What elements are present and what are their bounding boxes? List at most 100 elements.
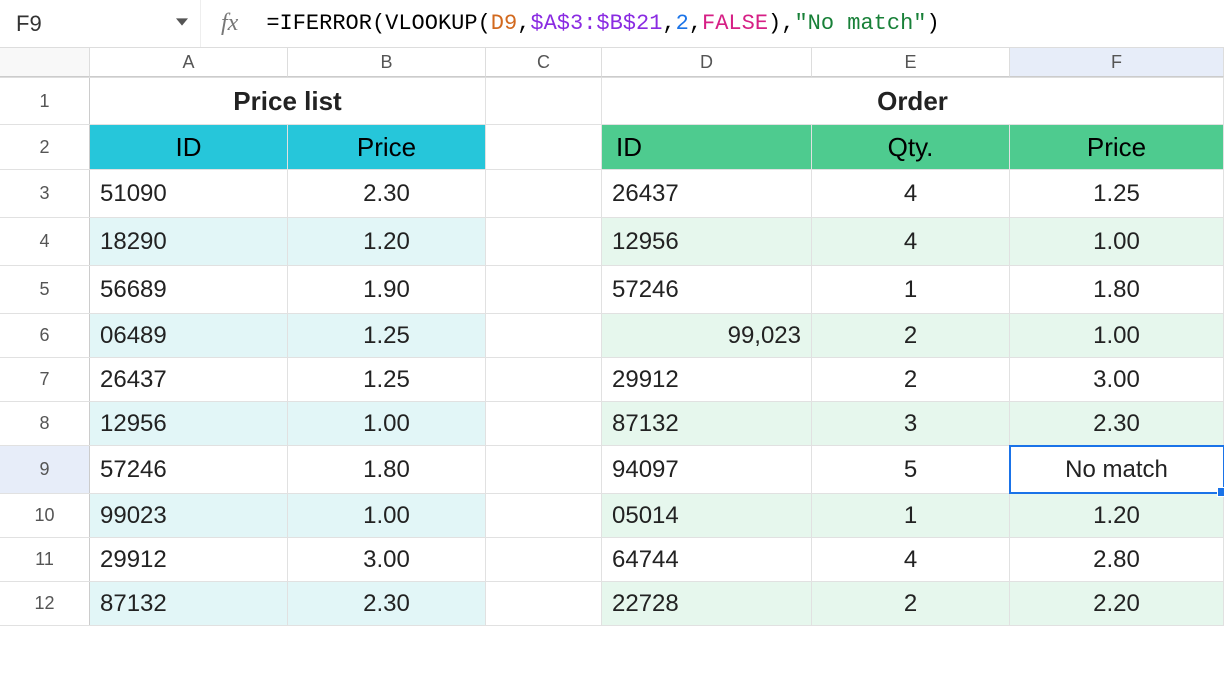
cell-d9[interactable]: 94097 [602, 446, 812, 493]
cell-b7[interactable]: 1.25 [288, 358, 486, 401]
row-header-7[interactable]: 7 [0, 358, 90, 401]
cell-e6[interactable]: 2 [812, 314, 1010, 357]
hdr-id-a[interactable]: ID [90, 125, 288, 169]
hdr-id-d[interactable]: ID [602, 125, 812, 169]
cell-c12[interactable] [486, 582, 602, 625]
fx-icon[interactable]: fx [200, 0, 266, 47]
row-header-12[interactable]: 12 [0, 582, 90, 625]
formula-string: "No match" [794, 11, 926, 36]
row-header-6[interactable]: 6 [0, 314, 90, 357]
cell-e10[interactable]: 1 [812, 494, 1010, 537]
col-header-d[interactable]: D [602, 48, 812, 77]
cell-b11[interactable]: 3.00 [288, 538, 486, 581]
row-header-4[interactable]: 4 [0, 218, 90, 265]
cell-e11[interactable]: 4 [812, 538, 1010, 581]
cell-b9[interactable]: 1.80 [288, 446, 486, 493]
cell-e3[interactable]: 4 [812, 170, 1010, 217]
cell-b8[interactable]: 1.00 [288, 402, 486, 445]
cell-d4[interactable]: 12956 [602, 218, 812, 265]
row-header-10[interactable]: 10 [0, 494, 90, 537]
column-header-row: A B C D E F [0, 48, 1224, 78]
row-10: 10990231.00 0501411.20 [0, 494, 1224, 538]
row-header-3[interactable]: 3 [0, 170, 90, 217]
cell-b6[interactable]: 1.25 [288, 314, 486, 357]
cell-d3[interactable]: 26437 [602, 170, 812, 217]
cell-d5[interactable]: 57246 [602, 266, 812, 313]
cell-a11[interactable]: 29912 [90, 538, 288, 581]
cell-c3[interactable] [486, 170, 602, 217]
hdr-price-b[interactable]: Price [288, 125, 486, 169]
cell-a8[interactable]: 12956 [90, 402, 288, 445]
cell-c11[interactable] [486, 538, 602, 581]
cell-c6[interactable] [486, 314, 602, 357]
cell-b10[interactable]: 1.00 [288, 494, 486, 537]
cell-e9[interactable]: 5 [812, 446, 1010, 493]
cell-c5[interactable] [486, 266, 602, 313]
hdr-price-f[interactable]: Price [1010, 125, 1224, 169]
col-header-b[interactable]: B [288, 48, 486, 77]
col-header-e[interactable]: E [812, 48, 1010, 77]
select-all-corner[interactable] [0, 48, 90, 77]
cell-d7[interactable]: 29912 [602, 358, 812, 401]
cell-f11[interactable]: 2.80 [1010, 538, 1224, 581]
col-header-c[interactable]: C [486, 48, 602, 77]
cell-c10[interactable] [486, 494, 602, 537]
cell-c8[interactable] [486, 402, 602, 445]
cell-c2[interactable] [486, 125, 602, 169]
cell-f5[interactable]: 1.80 [1010, 266, 1224, 313]
cell-c7[interactable] [486, 358, 602, 401]
row-7: 7264371.25 2991223.00 [0, 358, 1224, 402]
cell-a9[interactable]: 57246 [90, 446, 288, 493]
cell-b5[interactable]: 1.90 [288, 266, 486, 313]
cell-b3[interactable]: 2.30 [288, 170, 486, 217]
cell-a12[interactable]: 87132 [90, 582, 288, 625]
cell-c9[interactable] [486, 446, 602, 493]
cell-e5[interactable]: 1 [812, 266, 1010, 313]
formula-paren: ) [926, 11, 939, 36]
cell-e7[interactable]: 2 [812, 358, 1010, 401]
cell-d6[interactable]: 99,023 [602, 314, 812, 357]
hdr-qty-e[interactable]: Qty. [812, 125, 1010, 169]
price-list-title[interactable]: Price list [90, 78, 486, 124]
cell-a6[interactable]: 06489 [90, 314, 288, 357]
cell-b4[interactable]: 1.20 [288, 218, 486, 265]
cell-f3[interactable]: 1.25 [1010, 170, 1224, 217]
row-header-5[interactable]: 5 [0, 266, 90, 313]
row-header-1[interactable]: 1 [0, 78, 90, 124]
cell-e12[interactable]: 2 [812, 582, 1010, 625]
formula-input[interactable]: =IFERROR(VLOOKUP(D9,$A$3:$B$21,2,FALSE),… [266, 11, 939, 36]
cell-e8[interactable]: 3 [812, 402, 1010, 445]
col-header-a[interactable]: A [90, 48, 288, 77]
cell-a10[interactable]: 99023 [90, 494, 288, 537]
cell-d11[interactable]: 64744 [602, 538, 812, 581]
cell-b12[interactable]: 2.30 [288, 582, 486, 625]
row-9: 9572461.80 940975No match [0, 446, 1224, 494]
row-header-2[interactable]: 2 [0, 125, 90, 169]
cell-f4[interactable]: 1.00 [1010, 218, 1224, 265]
cell-a7[interactable]: 26437 [90, 358, 288, 401]
name-box-dropdown-icon[interactable] [176, 15, 188, 33]
row-header-11[interactable]: 11 [0, 538, 90, 581]
row-header-9[interactable]: 9 [0, 446, 90, 493]
name-box-value: F9 [12, 11, 42, 37]
cell-f9[interactable]: No match [1010, 446, 1224, 493]
cell-d12[interactable]: 22728 [602, 582, 812, 625]
cell-a5[interactable]: 56689 [90, 266, 288, 313]
row-5: 5566891.90 5724611.80 [0, 266, 1224, 314]
cell-a4[interactable]: 18290 [90, 218, 288, 265]
name-box[interactable]: F9 [0, 0, 200, 47]
cell-f7[interactable]: 3.00 [1010, 358, 1224, 401]
cell-c4[interactable] [486, 218, 602, 265]
order-title[interactable]: Order [602, 78, 1224, 124]
row-header-8[interactable]: 8 [0, 402, 90, 445]
cell-e4[interactable]: 4 [812, 218, 1010, 265]
cell-d8[interactable]: 87132 [602, 402, 812, 445]
col-header-f[interactable]: F [1010, 48, 1224, 77]
cell-c1[interactable] [486, 78, 602, 124]
cell-f12[interactable]: 2.20 [1010, 582, 1224, 625]
cell-f6[interactable]: 1.00 [1010, 314, 1224, 357]
cell-f10[interactable]: 1.20 [1010, 494, 1224, 537]
cell-d10[interactable]: 05014 [602, 494, 812, 537]
cell-f8[interactable]: 2.30 [1010, 402, 1224, 445]
cell-a3[interactable]: 51090 [90, 170, 288, 217]
